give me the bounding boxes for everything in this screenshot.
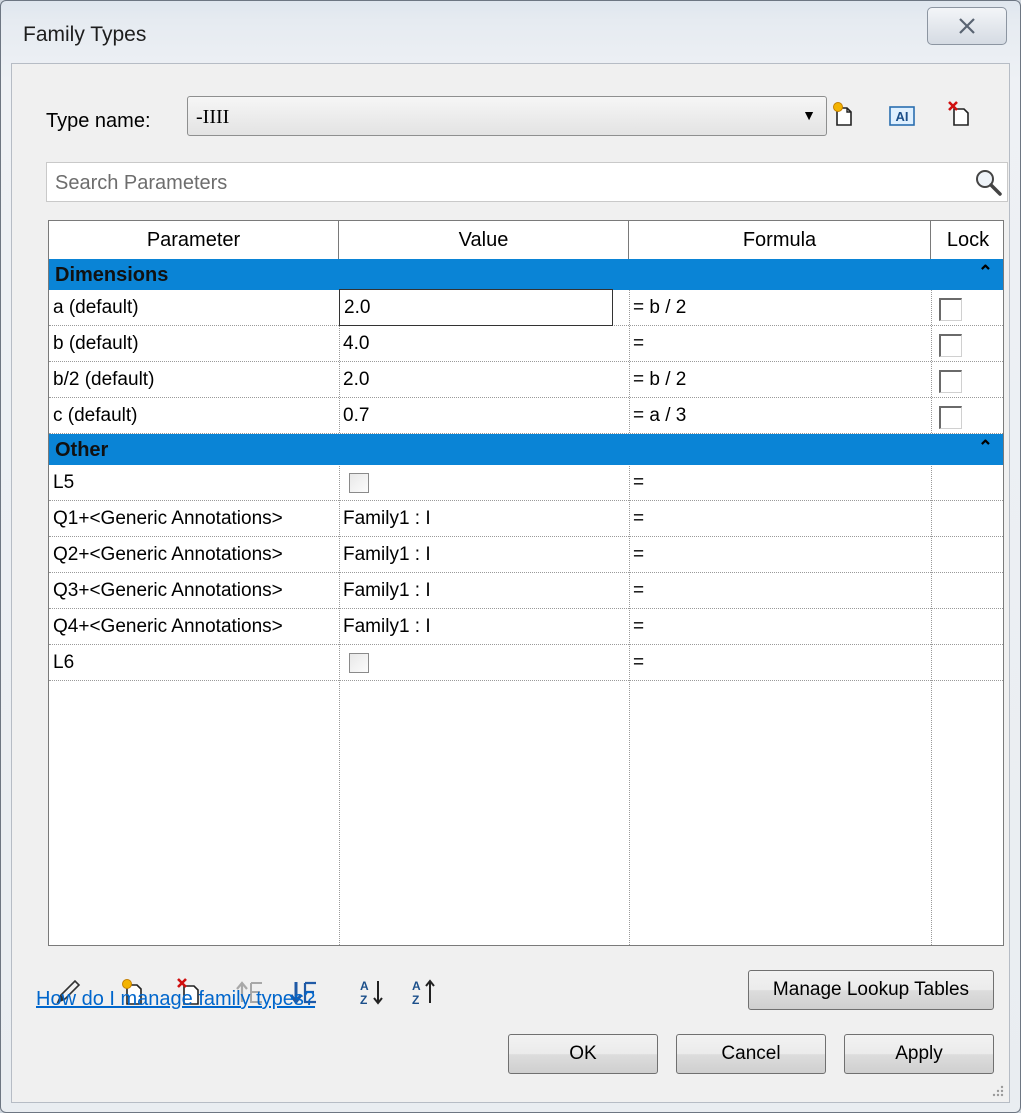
formula-cell[interactable]: = b / 2 [629,290,929,325]
lock-checkbox[interactable] [939,370,962,393]
parameters-grid: Parameter Value Formula Lock Dimensions … [48,220,1004,946]
close-icon [959,18,975,34]
value-cell[interactable]: Family1 : I [339,573,629,608]
table-row: Q2+<Generic Annotations> Family1 : I = [49,537,1003,573]
collapse-icon[interactable]: ⌃ [978,262,993,283]
group-header-other[interactable]: Other ⌃ [49,434,1003,465]
cancel-button[interactable]: Cancel [676,1034,826,1074]
table-row: L6 = [49,645,1003,681]
table-row: L5 = [49,465,1003,501]
collapse-icon[interactable]: ⌃ [978,437,993,458]
value-cell[interactable]: 4.0 [339,326,629,361]
formula-cell[interactable]: = [629,326,929,361]
parameter-cell[interactable]: b (default) [49,326,339,361]
dialog-title: Family Types [23,23,147,46]
apply-button[interactable]: Apply [844,1034,994,1074]
value-cell[interactable]: Family1 : I [339,537,629,572]
search-parameters-input[interactable]: Search Parameters [46,162,1008,202]
parameter-cell[interactable]: Q1+<Generic Annotations> [49,501,339,536]
formula-cell[interactable]: = [629,573,929,608]
formula-cell[interactable]: = b / 2 [629,362,929,397]
dialog-client-area: Type name: -IIII ▼ AI Search Parameters [11,63,1010,1103]
table-row: b (default) 4.0 = [49,326,1003,362]
table-row: a (default) 2.0 = b / 2 [49,289,1003,326]
svg-text:Z: Z [412,993,419,1007]
close-button[interactable] [927,7,1007,45]
search-icon[interactable] [973,167,1003,197]
type-name-label: Type name: [46,110,151,132]
chevron-down-icon: ▼ [802,107,816,123]
table-row: Q4+<Generic Annotations> Family1 : I = [49,609,1003,645]
parameter-cell[interactable]: Q3+<Generic Annotations> [49,573,339,608]
parameter-cell[interactable]: L5 [49,465,339,500]
lock-checkbox[interactable] [939,334,962,357]
resize-grip-icon[interactable] [991,1084,1005,1098]
value-cell[interactable]: Family1 : I [339,609,629,644]
value-checkbox[interactable] [349,653,369,673]
group-label: Dimensions [55,264,169,286]
delete-type-icon[interactable] [946,100,974,128]
parameter-cell[interactable]: Q4+<Generic Annotations> [49,609,339,644]
value-checkbox[interactable] [349,473,369,493]
value-cell[interactable]: 0.7 [339,398,629,433]
parameter-cell[interactable]: L6 [49,645,339,680]
svg-text:A: A [360,979,369,993]
header-lock[interactable]: Lock [931,221,1003,259]
formula-cell[interactable]: = [629,501,929,536]
parameter-cell[interactable]: b/2 (default) [49,362,339,397]
ok-button[interactable]: OK [508,1034,658,1074]
value-cell[interactable]: Family1 : I [339,501,629,536]
lock-checkbox[interactable] [939,406,962,429]
table-row: Q1+<Generic Annotations> Family1 : I = [49,501,1003,537]
parameter-cell[interactable]: a (default) [49,290,339,325]
svg-text:Z: Z [360,993,367,1007]
sort-ascending-icon[interactable]: A Z [356,976,388,1008]
new-type-icon[interactable] [830,100,858,128]
type-name-value: -IIII [196,106,230,128]
help-link[interactable]: How do I manage family types? [36,988,315,1011]
parameter-cell[interactable]: Q2+<Generic Annotations> [49,537,339,572]
type-name-dropdown[interactable]: -IIII ▼ [187,96,827,136]
rename-type-icon[interactable]: AI [888,102,916,130]
value-cell[interactable]: 2.0 [339,362,629,397]
lock-checkbox[interactable] [939,298,962,321]
header-formula[interactable]: Formula [629,221,931,259]
group-label: Other [55,439,109,461]
formula-cell[interactable]: = [629,537,929,572]
formula-cell[interactable]: = [629,609,929,644]
table-row: c (default) 0.7 = a / 3 [49,398,1003,434]
group-header-dimensions[interactable]: Dimensions ⌃ [49,259,1003,290]
parameter-cell[interactable]: c (default) [49,398,339,433]
formula-cell[interactable]: = [629,465,929,500]
table-row: Q3+<Generic Annotations> Family1 : I = [49,573,1003,609]
formula-cell[interactable]: = [629,645,929,680]
svg-text:AI: AI [896,109,909,124]
family-types-dialog: Family Types Type name: -IIII ▼ AI Searc… [0,0,1021,1113]
svg-text:A: A [412,979,421,993]
table-row: b/2 (default) 2.0 = b / 2 [49,362,1003,398]
header-value[interactable]: Value [339,221,629,259]
manage-lookup-tables-button[interactable]: Manage Lookup Tables [748,970,994,1010]
header-parameter[interactable]: Parameter [49,221,339,259]
sort-descending-icon[interactable]: A Z [408,976,440,1008]
formula-cell[interactable]: = a / 3 [629,398,929,433]
grid-header: Parameter Value Formula Lock [49,221,1003,260]
search-placeholder: Search Parameters [55,172,228,194]
value-cell[interactable]: 2.0 [339,289,613,326]
